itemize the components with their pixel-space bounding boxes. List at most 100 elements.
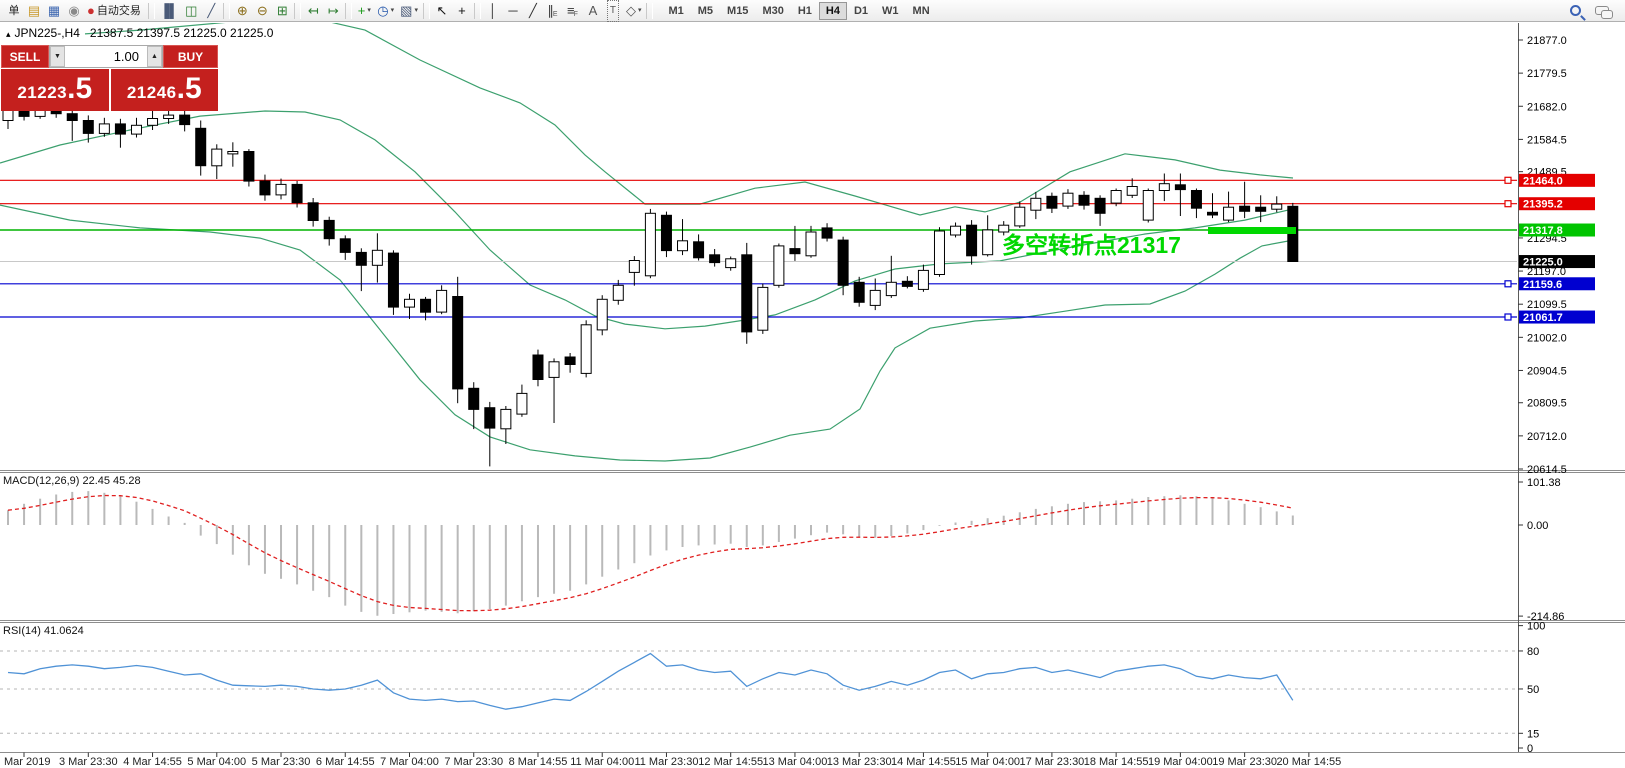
timeframe-button-M1[interactable]: M1 — [661, 2, 690, 20]
date-label: 11 Mar 23:30 — [634, 756, 698, 768]
candle-body — [1143, 191, 1153, 221]
price-label-text: 21317.8 — [1523, 225, 1563, 237]
candle-body — [292, 184, 302, 202]
signals-icon[interactable]: ◉ — [64, 1, 84, 21]
periods-icon[interactable]: ◷▾ — [374, 1, 397, 21]
line-chart-icon[interactable]: ╱ — [201, 1, 221, 21]
chart-shift-icon[interactable]: ↦ — [323, 1, 343, 21]
chart-canvas[interactable]: 多空转折点2131721877.021779.521682.021584.521… — [0, 0, 1625, 768]
price-tick-label: 21877.0 — [1527, 35, 1567, 47]
timeframe-button-D1[interactable]: D1 — [847, 2, 875, 20]
candle-body — [742, 255, 752, 332]
horizontal-line-icon[interactable]: ─ — [503, 1, 523, 21]
text-icon: A — [589, 1, 598, 21]
symbol-label: JPN225-,H4 — [15, 26, 80, 40]
volume-decrease-button[interactable]: ▼ — [50, 46, 65, 67]
symbol-marker-icon: ▴ — [6, 29, 11, 39]
zoom-in-icon[interactable]: ⊕ — [232, 1, 252, 21]
templates-icon[interactable]: ▧▾ — [397, 1, 421, 21]
arrows-icon[interactable]: ◇▾ — [623, 1, 645, 21]
text-label-icon: T — [607, 0, 619, 22]
autotrading-label: 自动交易 — [95, 1, 143, 21]
market-watch-icon[interactable]: ▦ — [44, 1, 64, 21]
sell-button[interactable]: SELL — [1, 45, 49, 68]
toolbar-separator — [345, 3, 352, 19]
candle-body — [1127, 187, 1137, 196]
candlestick-chart-icon[interactable]: ◫ — [181, 1, 201, 21]
text-icon[interactable]: A — [583, 1, 603, 21]
chart-shift-icon: ↦ — [328, 1, 339, 21]
candle-body — [164, 115, 174, 118]
arrows-icon: ◇ — [626, 1, 636, 21]
candle-body — [1031, 198, 1041, 210]
chat-icon[interactable] — [1595, 6, 1609, 15]
candle-body — [790, 249, 800, 254]
date-label: 15 Mar 04:00 — [955, 756, 1020, 768]
macd-label: MACD(12,26,9) 22.45 45.28 — [3, 475, 141, 487]
timeframe-button-MN[interactable]: MN — [906, 2, 937, 20]
price-tick-label: 20712.0 — [1527, 431, 1567, 443]
timeframe-button-H1[interactable]: H1 — [791, 2, 819, 20]
periods-icon: ◷ — [377, 1, 388, 21]
timeframe-button-M5[interactable]: M5 — [691, 2, 720, 20]
text-label-icon[interactable]: T — [603, 1, 623, 21]
timeframe-button-M15[interactable]: M15 — [720, 2, 755, 20]
buy-price[interactable]: 21246 .5 — [111, 69, 219, 111]
price-tick-label: 21584.5 — [1527, 134, 1567, 146]
toolbar: 单▤▦◉●自动交易▐▌◫╱⊕⊖⊞↤↦+▾◷▾▧▾↖+│─╱∥E≡FAT◇▾ M1… — [0, 0, 1625, 22]
candlestick-chart-icon: ◫ — [185, 1, 197, 21]
price-label-text: 21395.2 — [1523, 199, 1563, 211]
timeframe-button-W1[interactable]: W1 — [875, 2, 906, 20]
candle-body — [453, 297, 463, 389]
timeframe-button-M30[interactable]: M30 — [755, 2, 790, 20]
crosshair-icon[interactable]: + — [452, 1, 472, 21]
candle-body — [1191, 191, 1201, 209]
rsi-panel — [0, 651, 1517, 733]
buy-button[interactable]: BUY — [163, 45, 218, 68]
toolbar-separator — [474, 3, 481, 19]
tile-windows-icon[interactable]: ⊞ — [272, 1, 292, 21]
candle-body — [886, 282, 896, 295]
price-tick-label: 21682.0 — [1527, 101, 1567, 113]
candle-body — [629, 261, 639, 273]
candle-body — [212, 149, 222, 166]
fibonacci-icon[interactable]: ≡F — [563, 1, 583, 21]
candle-body — [324, 220, 334, 238]
timeframe-button-H4[interactable]: H4 — [819, 2, 847, 20]
candle-body — [421, 299, 431, 312]
sell-price[interactable]: 21223 .5 — [1, 69, 109, 111]
search-icon[interactable] — [1570, 5, 1581, 16]
candle-body — [131, 125, 141, 134]
candle-body — [661, 215, 671, 250]
rsi-tick-label: 0 — [1527, 743, 1533, 755]
indicators-icon-caret: ▾ — [367, 1, 371, 21]
autotrading-icon: ● — [87, 1, 95, 21]
cursor-icon[interactable]: ↖ — [432, 1, 452, 21]
candle-body — [710, 255, 720, 263]
candle-body — [196, 128, 206, 165]
indicators-icon[interactable]: +▾ — [354, 1, 374, 21]
auto-scroll-icon[interactable]: ↤ — [303, 1, 323, 21]
bar-chart-icon[interactable]: ▐▌ — [157, 1, 181, 21]
auto-scroll-icon: ↤ — [308, 1, 319, 21]
zoom-out-icon[interactable]: ⊖ — [252, 1, 272, 21]
autotrading-icon[interactable]: ●自动交易 — [84, 1, 146, 21]
candle-body — [1224, 207, 1234, 220]
candle-body — [854, 282, 864, 302]
volume-input[interactable]: 1.00 — [65, 46, 147, 67]
candle-body — [67, 114, 77, 121]
volume-increase-button[interactable]: ▲ — [147, 46, 162, 67]
new-order-partial-label[interactable]: 单 — [4, 1, 24, 21]
new-order-icon[interactable]: ▤ — [24, 1, 44, 21]
tile-windows-icon: ⊞ — [277, 1, 288, 21]
rsi-label: RSI(14) 41.0624 — [3, 625, 84, 637]
trendline-icon[interactable]: ╱ — [523, 1, 543, 21]
candle-body — [774, 246, 784, 285]
toolbar-separator — [148, 3, 155, 19]
candle-body — [1079, 195, 1089, 205]
candle-body — [645, 213, 655, 275]
vertical-line-icon[interactable]: │ — [483, 1, 503, 21]
equidistant-channel-icon[interactable]: ∥E — [543, 1, 563, 21]
candle-body — [565, 357, 575, 365]
candle-body — [1272, 204, 1282, 209]
